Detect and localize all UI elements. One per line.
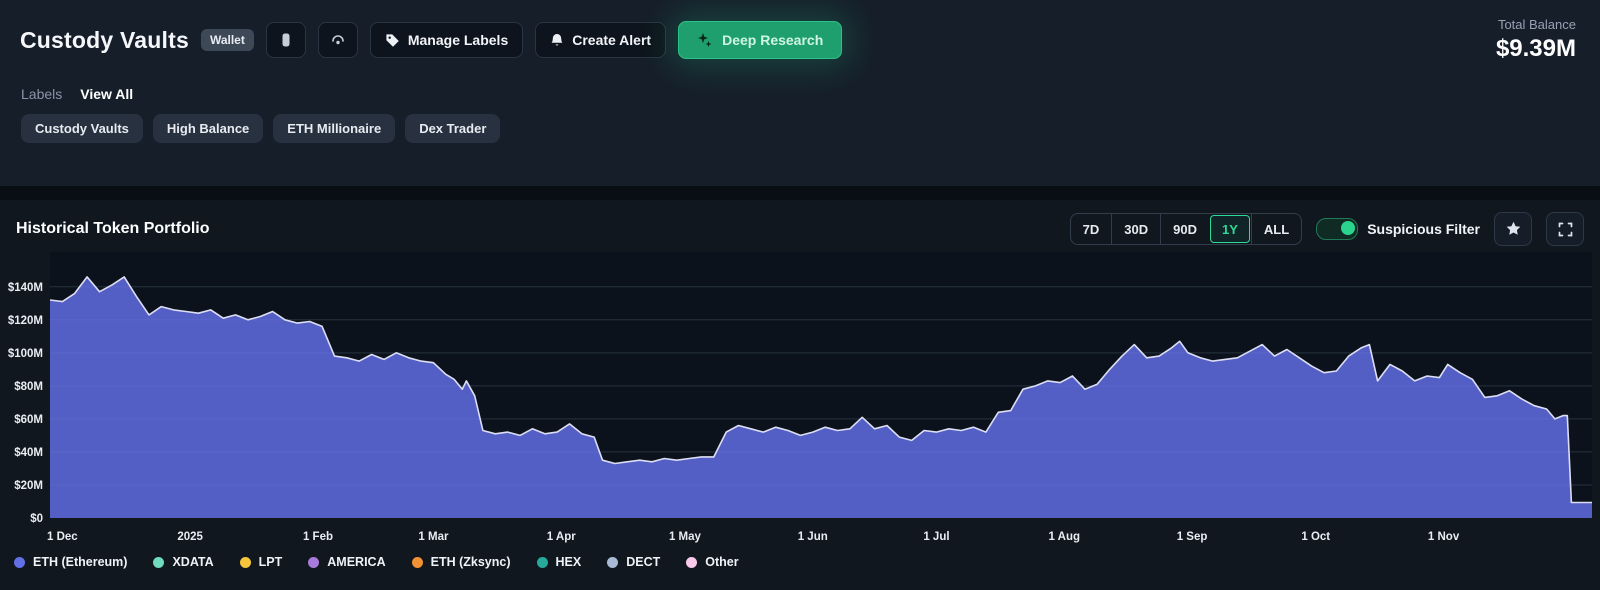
toggle-knob bbox=[1341, 221, 1355, 235]
create-alert-button[interactable]: Create Alert bbox=[535, 22, 666, 58]
label-chip[interactable]: High Balance bbox=[153, 114, 263, 143]
legend-label: ETH (Zksync) bbox=[431, 555, 511, 569]
label-chip[interactable]: Dex Trader bbox=[405, 114, 500, 143]
deep-research-button[interactable]: Deep Research bbox=[678, 21, 842, 59]
total-balance-block: Total Balance $9.39M bbox=[1496, 17, 1576, 63]
y-axis-label: $100M bbox=[8, 348, 43, 360]
y-axis-label: $80M bbox=[14, 381, 43, 393]
view-all-link[interactable]: View All bbox=[80, 86, 133, 102]
x-axis-label: 1 Aug bbox=[1048, 531, 1080, 543]
labels-row: Labels View All bbox=[21, 86, 133, 102]
x-axis-label: 1 Jun bbox=[798, 531, 828, 543]
y-axis-label: $20M bbox=[14, 480, 43, 492]
chart-panel: Historical Token Portfolio 7D30D90D1YALL… bbox=[0, 200, 1600, 590]
total-balance-value: $9.39M bbox=[1496, 35, 1576, 63]
suspicious-filter: Suspicious Filter bbox=[1316, 218, 1480, 240]
legend-label: AMERICA bbox=[327, 555, 385, 569]
legend-dot bbox=[240, 557, 251, 568]
range-selector: 7D30D90D1YALL bbox=[1070, 213, 1303, 245]
range-button-1y[interactable]: 1Y bbox=[1210, 215, 1250, 243]
x-axis-label: 1 Sep bbox=[1177, 531, 1208, 543]
legend-dot bbox=[153, 557, 164, 568]
y-axis-label: $40M bbox=[14, 447, 43, 459]
legend-dot bbox=[537, 557, 548, 568]
suspicious-filter-label: Suspicious Filter bbox=[1367, 221, 1480, 237]
legend-item[interactable]: Other bbox=[686, 555, 738, 569]
x-axis-label: 2025 bbox=[177, 531, 203, 543]
top-section: Custody Vaults Wallet Manage Labels bbox=[0, 0, 1600, 186]
bell-icon bbox=[550, 33, 564, 48]
x-axis-label: 1 Dec bbox=[47, 531, 78, 543]
legend-item[interactable]: LPT bbox=[240, 555, 283, 569]
x-axis-label: 1 May bbox=[669, 531, 702, 543]
y-axis-label: $140M bbox=[8, 282, 43, 294]
x-axis-label: 1 Jul bbox=[923, 531, 949, 543]
suspicious-filter-toggle[interactable] bbox=[1316, 218, 1358, 240]
x-axis-label: 1 Nov bbox=[1428, 531, 1460, 543]
label-chip[interactable]: ETH Millionaire bbox=[273, 114, 395, 143]
legend-label: DECT bbox=[626, 555, 660, 569]
x-axis-label: 1 Mar bbox=[418, 531, 449, 543]
legend-item[interactable]: DECT bbox=[607, 555, 660, 569]
legend-label: HEX bbox=[556, 555, 582, 569]
legend-dot bbox=[14, 557, 25, 568]
fullscreen-button[interactable] bbox=[1546, 212, 1584, 246]
total-balance-label: Total Balance bbox=[1496, 17, 1576, 32]
legend-label: XDATA bbox=[172, 555, 213, 569]
sparkles-icon bbox=[697, 32, 713, 48]
wallet-badge: Wallet bbox=[201, 29, 254, 51]
label-chips: Custody Vaults High Balance ETH Millionair… bbox=[21, 114, 500, 143]
label-chip[interactable]: Custody Vaults bbox=[21, 114, 143, 143]
portfolio-area-chart[interactable]: $140M $120M $100M $80M $60M $40M $20M $0 1 Dec 20… bbox=[0, 252, 1600, 552]
watch-wallet-button[interactable] bbox=[318, 22, 358, 58]
legend-label: LPT bbox=[259, 555, 283, 569]
range-button-7d[interactable]: 7D bbox=[1071, 214, 1112, 244]
chart-controls: 7D30D90D1YALL Suspicious Filter bbox=[1070, 212, 1584, 246]
legend-dot bbox=[412, 557, 423, 568]
legend-item[interactable]: AMERICA bbox=[308, 555, 385, 569]
legend-item[interactable]: ETH (Zksync) bbox=[412, 555, 511, 569]
y-axis-label: $120M bbox=[8, 315, 43, 327]
labels-title: Labels bbox=[21, 86, 62, 102]
create-alert-label: Create Alert bbox=[572, 32, 651, 48]
legend-dot bbox=[308, 557, 319, 568]
chart-legend: ETH (Ethereum) XDATA LPT AMERICA ETH (Zksync… bbox=[14, 555, 739, 569]
range-button-all[interactable]: ALL bbox=[1251, 214, 1301, 244]
copy-icon bbox=[278, 32, 294, 48]
x-axis-label: 1 Apr bbox=[547, 531, 576, 543]
favorite-button[interactable] bbox=[1494, 212, 1532, 246]
legend-item[interactable]: XDATA bbox=[153, 555, 213, 569]
copy-address-button[interactable] bbox=[266, 22, 306, 58]
deep-research-label: Deep Research bbox=[722, 32, 823, 48]
tag-icon bbox=[385, 33, 400, 48]
manage-labels-button[interactable]: Manage Labels bbox=[370, 22, 523, 58]
legend-dot bbox=[607, 557, 618, 568]
x-axis-label: 1 Oct bbox=[1301, 531, 1330, 543]
radar-icon bbox=[329, 32, 347, 48]
header-row: Custody Vaults Wallet Manage Labels bbox=[20, 17, 1576, 63]
chart-title: Historical Token Portfolio bbox=[16, 220, 210, 238]
fullscreen-icon bbox=[1558, 222, 1573, 237]
x-axis-label: 1 Feb bbox=[303, 531, 333, 543]
y-axis-label: $60M bbox=[14, 414, 43, 426]
y-axis-label: $0 bbox=[30, 513, 43, 525]
legend-dot bbox=[686, 557, 697, 568]
page-title: Custody Vaults bbox=[20, 27, 189, 54]
manage-labels-label: Manage Labels bbox=[408, 32, 508, 48]
legend-label: ETH (Ethereum) bbox=[33, 555, 127, 569]
chart-panel-header: Historical Token Portfolio 7D30D90D1YALL… bbox=[16, 212, 1584, 246]
legend-item[interactable]: ETH (Ethereum) bbox=[14, 555, 127, 569]
legend-label: Other bbox=[705, 555, 738, 569]
star-icon bbox=[1505, 221, 1522, 237]
legend-item[interactable]: HEX bbox=[537, 555, 582, 569]
range-button-30d[interactable]: 30D bbox=[1111, 214, 1160, 244]
range-button-90d[interactable]: 90D bbox=[1160, 214, 1209, 244]
